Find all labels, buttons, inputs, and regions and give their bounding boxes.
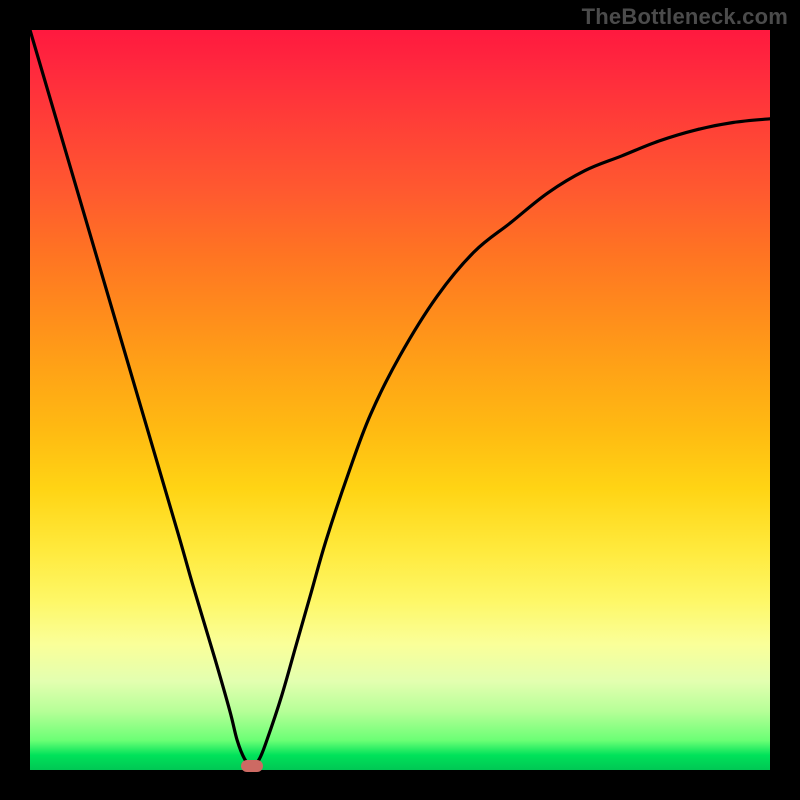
- bottleneck-curve: [30, 30, 770, 766]
- optimum-marker: [241, 760, 263, 772]
- watermark-text: TheBottleneck.com: [582, 4, 788, 30]
- plot-area: [30, 30, 770, 770]
- chart-frame: TheBottleneck.com: [0, 0, 800, 800]
- curve-svg: [30, 30, 770, 770]
